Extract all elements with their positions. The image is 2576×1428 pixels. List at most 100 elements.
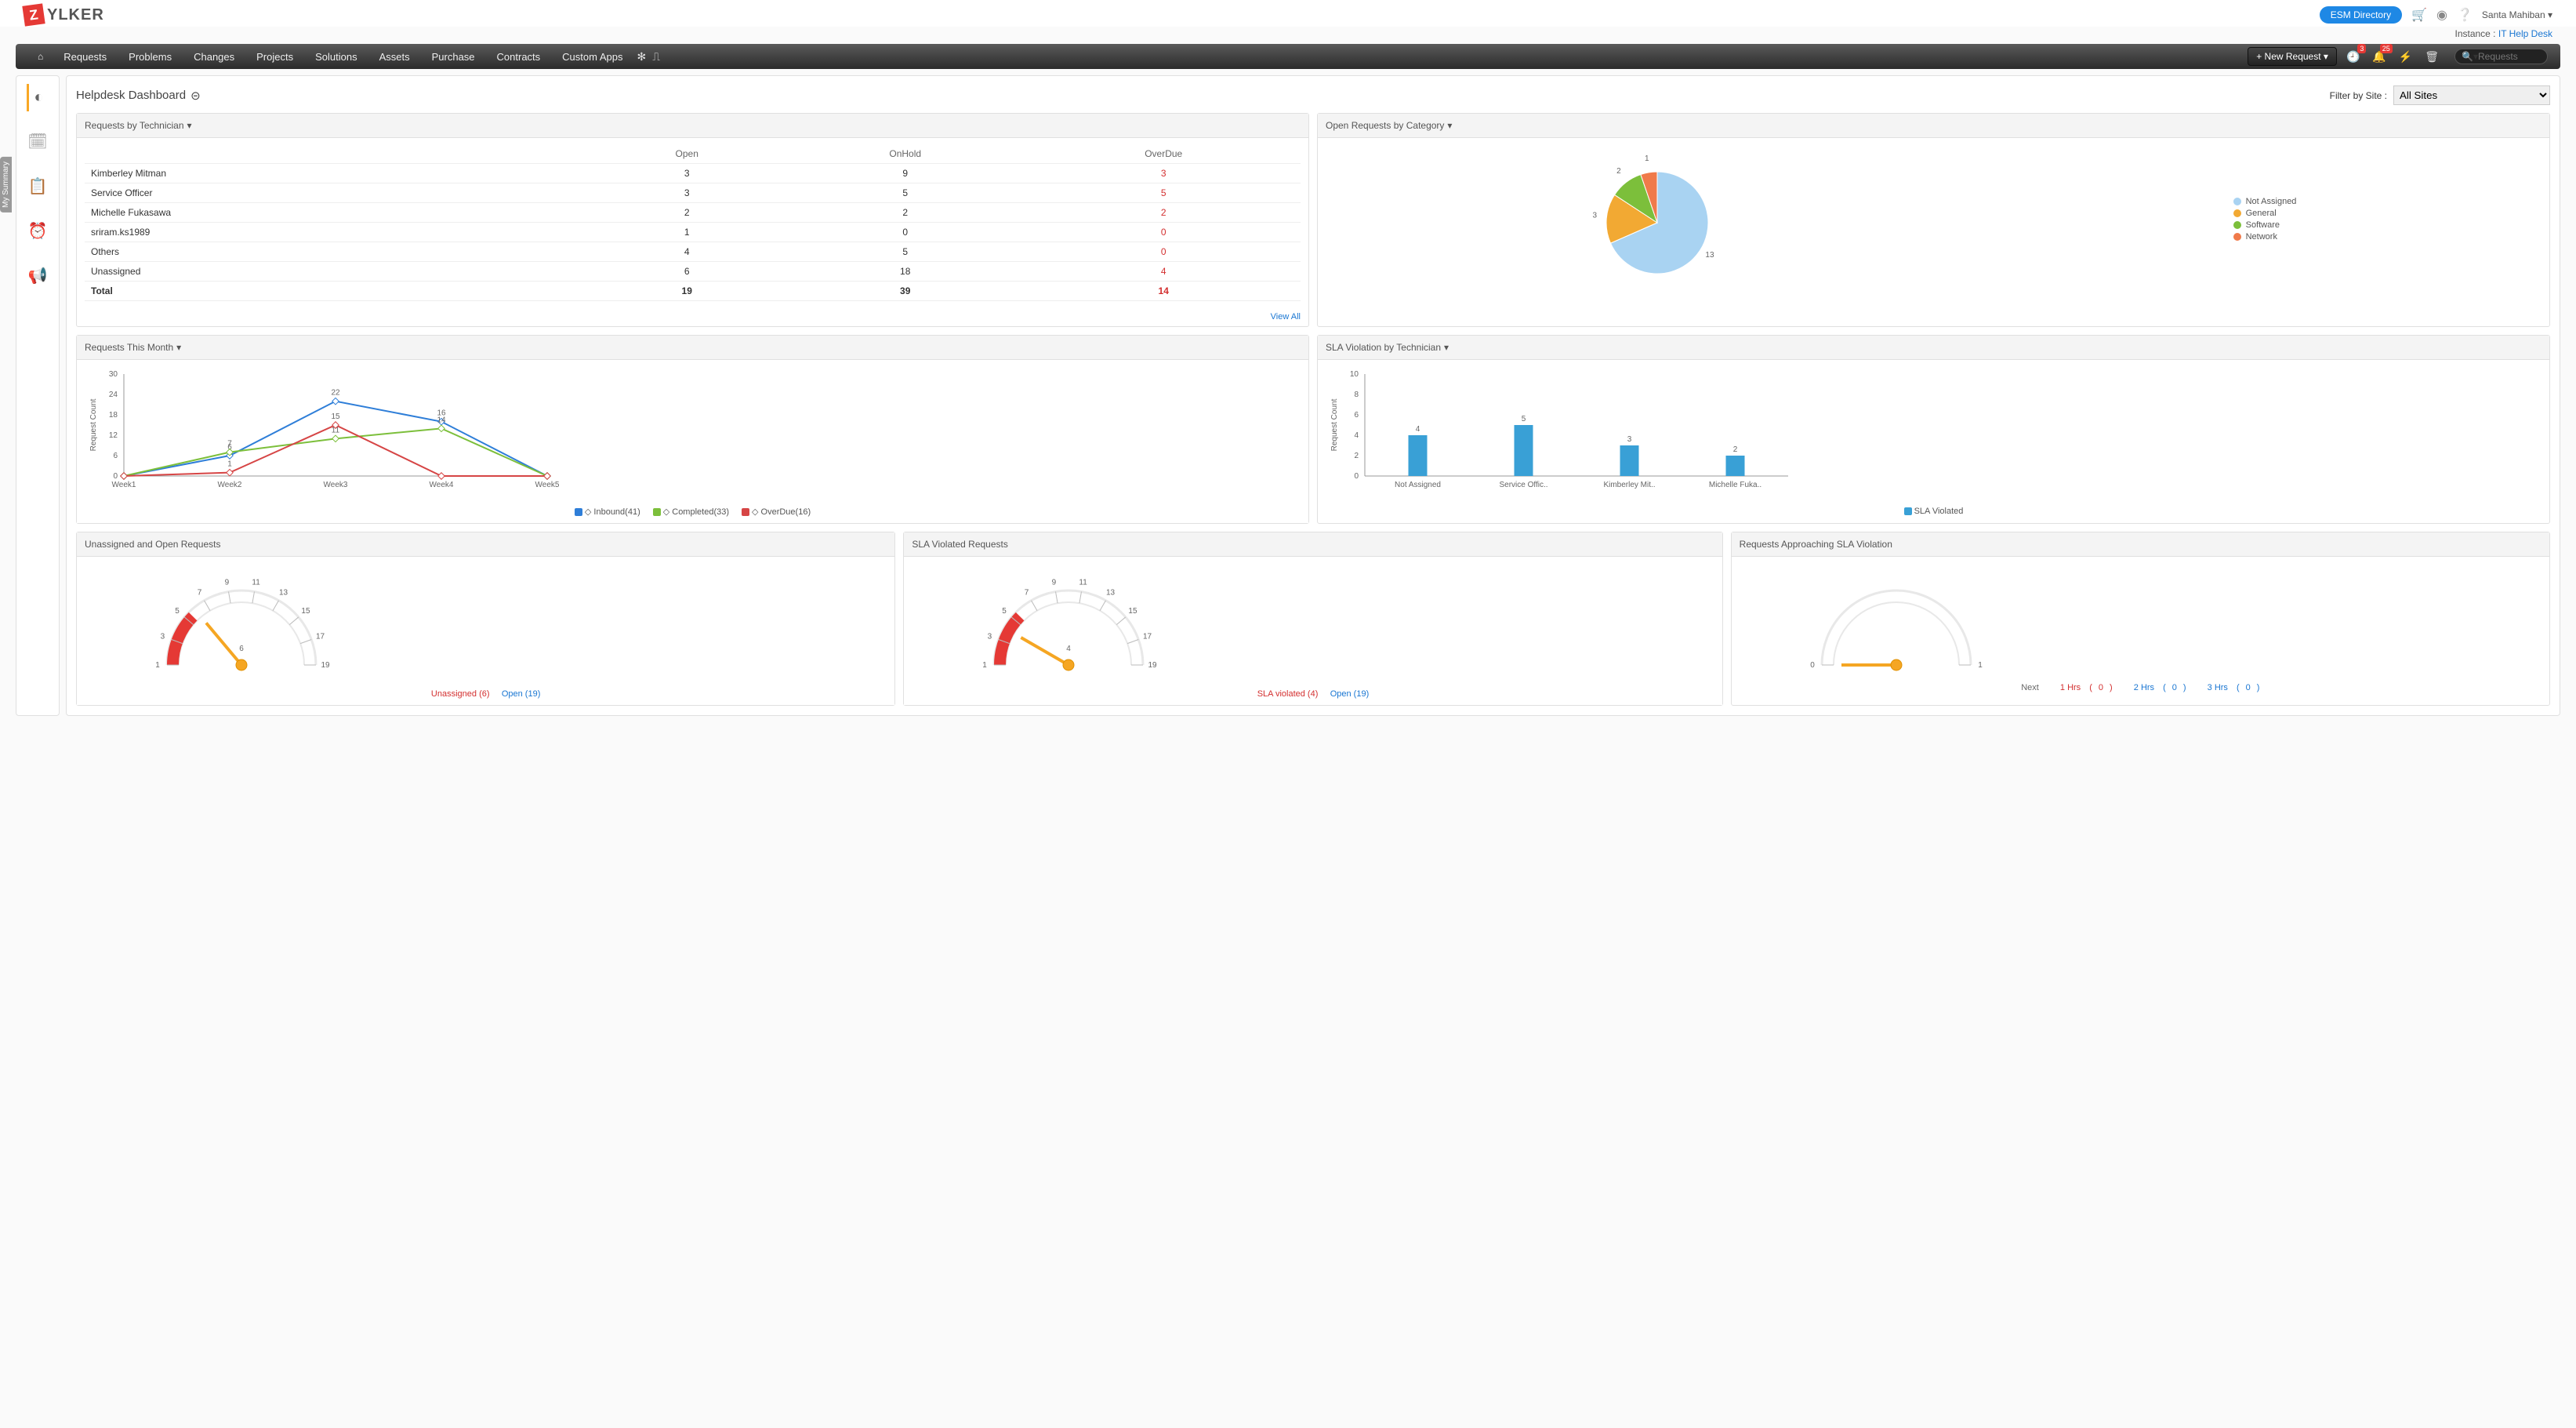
- esm-directory-button[interactable]: ESM Directory: [2320, 6, 2402, 24]
- approaching-labels: Next 1 Hrs (0) 2 Hrs (0) 3 Hrs (0): [1740, 683, 2542, 692]
- svg-text:8: 8: [1354, 391, 1359, 399]
- nav-requests[interactable]: Requests: [53, 51, 118, 63]
- new-request-button[interactable]: + New Request ▾: [2248, 47, 2337, 66]
- table-row[interactable]: Others450: [85, 242, 1301, 262]
- widget-header[interactable]: SLA Violation by Technician ▾: [1318, 336, 2549, 360]
- legend-overdue: OverDue(16): [761, 507, 811, 517]
- nav-gear-icon[interactable]: ✻: [634, 50, 650, 64]
- view-all-link[interactable]: View All: [77, 307, 1308, 326]
- recent-icon[interactable]: 🕘3: [2343, 50, 2363, 64]
- pie-chart: 13321: [1571, 144, 1743, 293]
- instance-link[interactable]: IT Help Desk: [2498, 28, 2552, 39]
- gauge-chart: 1357911131517194: [912, 563, 1225, 681]
- svg-text:22: 22: [331, 389, 340, 398]
- svg-text:0: 0: [113, 472, 118, 481]
- widget-title: SLA Violation by Technician: [1326, 342, 1441, 353]
- nav-problems[interactable]: Problems: [118, 51, 183, 63]
- nav-assets[interactable]: Assets: [368, 51, 421, 63]
- help-icon[interactable]: ❔: [2457, 7, 2473, 23]
- svg-text:13: 13: [1106, 588, 1116, 597]
- site-filter-select[interactable]: All Sites: [2393, 85, 2550, 105]
- sidebar-tasks-icon[interactable]: 📋: [24, 172, 53, 201]
- widget-header[interactable]: Requests by Technician ▾: [77, 114, 1308, 138]
- table-row[interactable]: Michelle Fukasawa222: [85, 203, 1301, 223]
- svg-text:15: 15: [331, 412, 340, 421]
- svg-text:11: 11: [1079, 579, 1088, 587]
- gauge-chart: 01: [1740, 563, 2053, 681]
- svg-text:2: 2: [1733, 445, 1738, 454]
- search-input[interactable]: [2478, 51, 2541, 62]
- nav-custom-apps[interactable]: Custom Apps: [551, 51, 633, 63]
- widget-title: Open Requests by Category: [1326, 120, 1444, 131]
- widget-header: Requests Approaching SLA Violation: [1732, 532, 2549, 557]
- gauge-unassigned-label[interactable]: Unassigned (6): [431, 689, 490, 699]
- svg-text:9: 9: [1052, 579, 1057, 587]
- widget-header: SLA Violated Requests: [904, 532, 1722, 557]
- widget-open-by-category: Open Requests by Category ▾ 13321 Not As…: [1317, 113, 2550, 327]
- svg-text:1: 1: [155, 661, 160, 670]
- widget-header[interactable]: Requests This Month ▾: [77, 336, 1308, 360]
- svg-text:19: 19: [1148, 661, 1158, 670]
- widget-requests-this-month: Requests This Month ▾ 0612182430Week1Wee…: [76, 335, 1309, 524]
- new-request-label: + New Request: [2256, 51, 2320, 62]
- gauge-chart: 1357911131517196: [85, 563, 398, 681]
- sidebar-dashboard-icon[interactable]: ◐: [27, 84, 48, 111]
- nav-contracts[interactable]: Contracts: [486, 51, 552, 63]
- svg-text:15: 15: [1129, 607, 1138, 616]
- sidebar-reminders-icon[interactable]: ⏰: [24, 216, 53, 245]
- svg-text:14: 14: [437, 416, 446, 424]
- svg-text:5: 5: [1522, 415, 1526, 423]
- bolt-icon[interactable]: ⚡: [2396, 50, 2415, 64]
- sidebar-announcements-icon[interactable]: 📢: [24, 261, 53, 290]
- nav-purchase[interactable]: Purchase: [421, 51, 486, 63]
- svg-text:12: 12: [109, 431, 118, 440]
- nav-reports-icon[interactable]: ⎍: [649, 50, 663, 64]
- legend-sla: SLA Violated: [1914, 507, 1964, 516]
- global-apps-icon[interactable]: ◉: [2436, 7, 2447, 23]
- svg-text:3: 3: [988, 632, 992, 641]
- dashboard-title-text: Helpdesk Dashboard: [76, 89, 186, 102]
- pie-legend: Not AssignedGeneralSoftwareNetwork: [2233, 194, 2297, 244]
- bell-badge: 25: [2380, 44, 2393, 53]
- svg-text:Kimberley Mit..: Kimberley Mit..: [1603, 481, 1655, 489]
- svg-text:Michelle Fuka..: Michelle Fuka..: [1709, 481, 1761, 489]
- svg-text:Request Count: Request Count: [1330, 398, 1339, 451]
- nav-changes[interactable]: Changes: [183, 51, 245, 63]
- bar-chart: 0246810Request Count4Not Assigned5Servic…: [1326, 366, 1812, 500]
- svg-text:7: 7: [198, 588, 202, 597]
- dashboard-title[interactable]: Helpdesk Dashboard ⊝: [76, 89, 201, 103]
- line-chart: 0612182430Week1Week2Week3Week4Week5Reque…: [85, 366, 571, 500]
- gauge-violated-label[interactable]: SLA violated (4): [1257, 689, 1319, 699]
- widget-header[interactable]: Open Requests by Category ▾: [1318, 114, 2549, 138]
- legend-inbound: Inbound(41): [593, 507, 640, 517]
- gauge-open-label[interactable]: Open (19): [502, 689, 541, 699]
- nav-projects[interactable]: Projects: [245, 51, 304, 63]
- svg-text:19: 19: [321, 661, 330, 670]
- svg-text:Request Count: Request Count: [89, 398, 98, 451]
- table-row[interactable]: Unassigned6184: [85, 262, 1301, 282]
- svg-text:3: 3: [161, 632, 165, 641]
- table-row[interactable]: sriram.ks1989100: [85, 223, 1301, 242]
- left-sidebar: ◐ 🗓 📋 ⏰ 📢: [16, 75, 60, 716]
- svg-text:1: 1: [1645, 154, 1649, 163]
- bell-icon[interactable]: 🔔25: [2369, 50, 2389, 64]
- table-row[interactable]: Kimberley Mitman393: [85, 164, 1301, 183]
- global-search[interactable]: 🔍▾: [2454, 49, 2548, 64]
- trash-icon[interactable]: 🗑: [2422, 50, 2442, 64]
- svg-text:3: 3: [1592, 211, 1597, 220]
- nav-solutions[interactable]: Solutions: [304, 51, 368, 63]
- svg-text:6: 6: [239, 645, 244, 653]
- user-menu[interactable]: Santa Mahiban ▾: [2482, 9, 2552, 20]
- svg-text:13: 13: [1705, 251, 1714, 260]
- th-overdue: OverDue: [1026, 144, 1301, 164]
- my-summary-tab[interactable]: My Summary: [0, 157, 12, 213]
- widget-sla-violated: SLA Violated Requests 1357911131517194 S…: [903, 532, 1722, 706]
- cart-icon[interactable]: 🛒: [2411, 7, 2427, 23]
- home-icon[interactable]: ⌂: [28, 51, 53, 62]
- table-row[interactable]: Service Officer355: [85, 183, 1301, 203]
- svg-text:1: 1: [227, 460, 232, 469]
- svg-text:1: 1: [983, 661, 988, 670]
- svg-text:5: 5: [175, 607, 180, 616]
- gauge-open-label[interactable]: Open (19): [1330, 689, 1370, 699]
- sidebar-scheduler-icon[interactable]: 🗓: [23, 127, 52, 156]
